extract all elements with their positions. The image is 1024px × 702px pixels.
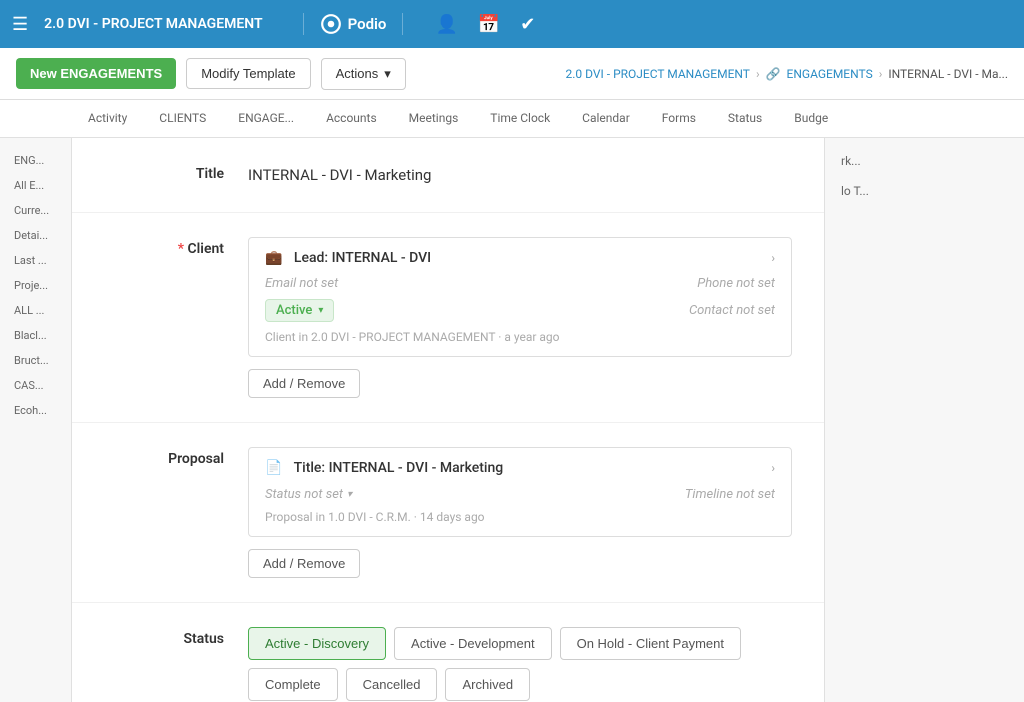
breadcrumb-project[interactable]: 2.0 DVI - PROJECT MANAGEMENT — [566, 67, 750, 81]
toolbar: New ENGAGEMENTS Modify Template Actions … — [0, 48, 1024, 100]
proposal-card-name: Title: INTERNAL - DVI - Marketing — [294, 460, 504, 476]
proposal-status-label: Status not set — [265, 487, 343, 502]
breadcrumb-sep2: › — [879, 67, 883, 81]
status-btn-active---discovery[interactable]: Active - Discovery — [248, 627, 386, 660]
main-layout: ENG... All E... Curre... Detai... Last ... Pr… — [0, 138, 1024, 702]
sidebar-item[interactable]: Proje... — [8, 275, 63, 296]
subnav-tab-engage---[interactable]: ENGAGE... — [222, 100, 310, 138]
proposal-icon: 📄 — [265, 460, 282, 476]
client-meta: Email not set Phone not set — [265, 276, 775, 291]
modify-template-button[interactable]: Modify Template — [186, 58, 310, 89]
proposal-add-remove-button[interactable]: Add / Remove — [248, 549, 360, 578]
sub-navigation: ActivityCLIENTSENGAGE...AccountsMeetings… — [0, 100, 1024, 138]
subnav-tab-time-clock[interactable]: Time Clock — [474, 100, 566, 138]
active-status-badge[interactable]: Active ▾ — [265, 299, 334, 322]
breadcrumb-engagements[interactable]: ENGAGEMENTS — [787, 67, 873, 81]
title-label: Title — [104, 162, 224, 182]
right-sidebar: rk... lo T... — [824, 138, 1024, 702]
status-label: Status — [104, 627, 224, 647]
client-card-title: 💼 Lead: INTERNAL - DVI › — [265, 250, 775, 266]
status-buttons-group: Active - DiscoveryActive - DevelopmentOn… — [248, 627, 792, 701]
left-sidebar: ENG... All E... Curre... Detai... Last ... Pr… — [0, 138, 72, 702]
podio-logo-icon — [320, 13, 342, 35]
proposal-timeline: Timeline not set — [685, 487, 775, 502]
app-title: 2.0 DVI - PROJECT MANAGEMENT — [44, 16, 262, 32]
subnav-tab-clients[interactable]: CLIENTS — [143, 100, 222, 138]
client-card-chevron-icon[interactable]: › — [771, 251, 775, 265]
breadcrumb: 2.0 DVI - PROJECT MANAGEMENT › 🔗 ENGAGEM… — [566, 67, 1008, 81]
breadcrumb-sep1: › — [756, 67, 760, 81]
actions-button[interactable]: Actions ▾ — [321, 58, 406, 90]
subnav-tab-status[interactable]: Status — [712, 100, 778, 138]
lead-icon: 💼 — [265, 250, 282, 266]
status-btn-complete[interactable]: Complete — [248, 668, 338, 701]
status-field: Active - DiscoveryActive - DevelopmentOn… — [248, 627, 792, 701]
right-sidebar-item[interactable]: lo T... — [837, 180, 1012, 202]
right-sidebar-item[interactable]: rk... — [837, 150, 1012, 172]
client-contact: Contact not set — [689, 303, 775, 318]
client-add-remove-button[interactable]: Add / Remove — [248, 369, 360, 398]
subnav-tab-activity[interactable]: Activity — [72, 100, 143, 138]
status-btn-archived[interactable]: Archived — [445, 668, 530, 701]
subnav-tab-calendar[interactable]: Calendar — [566, 100, 646, 138]
status-row: Status Active - DiscoveryActive - Develo… — [72, 603, 824, 702]
client-card-name: Lead: INTERNAL - DVI — [294, 250, 431, 266]
people-icon[interactable]: 👤 — [435, 14, 457, 35]
sidebar-item[interactable]: Bruct... — [8, 350, 63, 371]
sidebar-item[interactable]: Blacl... — [8, 325, 63, 346]
client-phone: Phone not set — [520, 276, 775, 291]
status-btn-active---development[interactable]: Active - Development — [394, 627, 552, 660]
proposal-card: 📄 Title: INTERNAL - DVI - Marketing › St… — [248, 447, 792, 537]
proposal-meta: Status not set ▾ Timeline not set — [265, 486, 775, 502]
client-email: Email not set — [265, 276, 520, 291]
subnav-tab-budge[interactable]: Budge — [778, 100, 844, 138]
sidebar-item[interactable]: Last ... — [8, 250, 63, 271]
title-row: Title INTERNAL - DVI - Marketing — [72, 138, 824, 213]
client-row: Client 💼 Lead: INTERNAL - DVI › E — [72, 213, 824, 423]
tasks-icon[interactable]: ✔ — [520, 14, 535, 35]
proposal-field: 📄 Title: INTERNAL - DVI - Marketing › St… — [248, 447, 792, 578]
sidebar-item[interactable]: ALL ... — [8, 300, 63, 321]
breadcrumb-current: INTERNAL - DVI - Ma... — [888, 67, 1008, 81]
actions-label: Actions — [336, 66, 379, 81]
top-navigation: ☰ 2.0 DVI - PROJECT MANAGEMENT Podio 👤 📅… — [0, 0, 1024, 48]
proposal-footer: Proposal in 1.0 DVI - C.R.M. · 14 days a… — [265, 510, 775, 524]
sidebar-item[interactable]: All E... — [8, 175, 63, 196]
calendar-icon[interactable]: 📅 — [478, 14, 500, 35]
content-area: Title INTERNAL - DVI - Marketing Client … — [72, 138, 1024, 702]
sidebar-item[interactable]: Ecoh... — [8, 400, 63, 421]
subnav-tab-forms[interactable]: Forms — [646, 100, 712, 138]
client-label: Client — [104, 237, 224, 257]
title-value: INTERNAL - DVI - Marketing — [248, 162, 792, 188]
proposal-card-chevron-icon[interactable]: › — [771, 461, 775, 475]
status-btn-on-hold---client-payment[interactable]: On Hold - Client Payment — [560, 627, 741, 660]
subnav-tab-accounts[interactable]: Accounts — [310, 100, 393, 138]
proposal-row: Proposal 📄 Title: INTERNAL - DVI - Marke… — [72, 423, 824, 603]
proposal-status-chevron-icon: ▾ — [347, 489, 352, 500]
proposal-card-title: 📄 Title: INTERNAL - DVI - Marketing › — [265, 460, 775, 476]
new-engagements-button[interactable]: New ENGAGEMENTS — [16, 58, 176, 89]
podio-label: Podio — [348, 15, 387, 33]
status-btn-cancelled[interactable]: Cancelled — [346, 668, 438, 701]
sidebar-item[interactable]: ENG... — [8, 150, 63, 171]
proposal-status[interactable]: Status not set ▾ — [265, 487, 352, 502]
engagements-icon: 🔗 — [766, 67, 781, 81]
proposal-label: Proposal — [104, 447, 224, 467]
client-field: 💼 Lead: INTERNAL - DVI › Email not set P… — [248, 237, 792, 398]
status-badge-chevron-icon: ▾ — [318, 305, 323, 316]
subnav-tab-meetings[interactable]: Meetings — [393, 100, 475, 138]
actions-chevron-icon: ▾ — [384, 66, 391, 82]
hamburger-icon[interactable]: ☰ — [12, 14, 28, 35]
title-field: INTERNAL - DVI - Marketing — [248, 162, 792, 188]
client-card: 💼 Lead: INTERNAL - DVI › Email not set P… — [248, 237, 792, 357]
client-footer: Client in 2.0 DVI - PROJECT MANAGEMENT ·… — [265, 330, 775, 344]
sidebar-item[interactable]: Detai... — [8, 225, 63, 246]
sidebar-item[interactable]: CAS... — [8, 375, 63, 396]
form-panel: Title INTERNAL - DVI - Marketing Client … — [72, 138, 824, 702]
status-badge-label: Active — [276, 303, 312, 318]
sidebar-item[interactable]: Curre... — [8, 200, 63, 221]
nav-icons: 👤 📅 ✔ — [435, 14, 535, 35]
